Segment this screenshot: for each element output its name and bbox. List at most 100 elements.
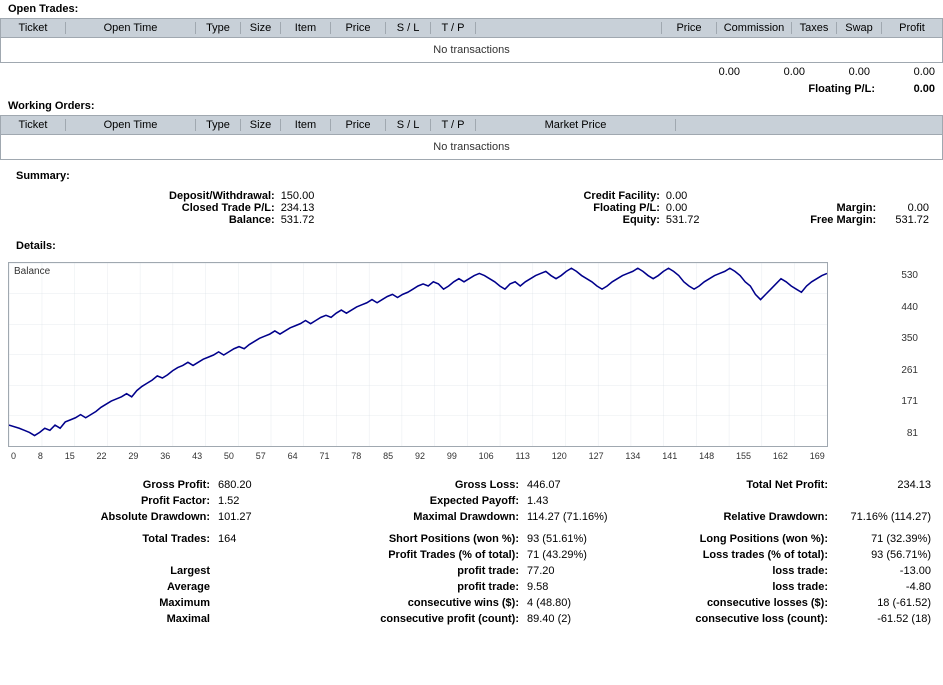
x-113: 113 (516, 451, 530, 461)
col-item: Item (281, 22, 331, 34)
free-margin-value: 531.72 (876, 214, 935, 226)
total-trades-label: Total Trades: (8, 531, 214, 547)
rel-drawdown-value: 71.16% (114.27) (832, 509, 935, 525)
stats-row-3: Absolute Drawdown: 101.27 Maximal Drawdo… (8, 509, 935, 525)
x-29: 29 (128, 451, 138, 461)
loss-trades-value: 93 (56.71%) (832, 547, 935, 563)
col-tp: T / P (431, 22, 476, 34)
y-171: 171 (878, 396, 918, 407)
summary-section: Summary: Deposit/Withdrawal: 150.00 Cred… (0, 160, 943, 232)
abs-drawdown-label: Absolute Drawdown: (8, 509, 214, 525)
max-consec-profit-label: consecutive profit (count): (317, 611, 523, 627)
wo-col-size: Size (241, 119, 281, 131)
wo-col-type: Type (196, 119, 241, 131)
average-label: Average (8, 579, 214, 595)
stats-row-2: Profit Factor: 1.52 Expected Payoff: 1.4… (8, 493, 935, 509)
col-taxes: Taxes (792, 22, 837, 34)
chart-wrapper: Balance 0 8 15 22 29 36 43 (8, 262, 873, 447)
loss-trades-label: Loss trades (% of total): (626, 547, 832, 563)
maximal-label: Maximal (8, 611, 214, 627)
free-margin-label: Free Margin: (778, 214, 876, 226)
long-pos-label: Long Positions (won %): (626, 531, 832, 547)
total-trades-value: 164 (214, 531, 317, 547)
avg-loss-trade-label: loss trade: (626, 579, 832, 595)
working-orders-section: Working Orders: Ticket Open Time Type Si… (0, 97, 943, 160)
short-pos-label: Short Positions (won %): (317, 531, 523, 547)
total-commission: 0.00 (695, 66, 740, 78)
max-consec-wins-label: consecutive wins ($): (317, 595, 523, 611)
x-43: 43 (192, 451, 202, 461)
x-0: 0 (11, 451, 16, 461)
max-consec-losses-label: consecutive losses ($): (626, 595, 832, 611)
open-trades-no-transactions: No transactions (0, 38, 943, 63)
chart-container: Balance 0 8 15 22 29 36 43 (8, 262, 828, 447)
x-71: 71 (319, 451, 329, 461)
long-pos-value: 71 (32.39%) (832, 531, 935, 547)
stats-row-4: Total Trades: 164 Short Positions (won %… (8, 531, 935, 547)
col-type: Type (196, 22, 241, 34)
expected-payoff-label: Expected Payoff: (317, 493, 523, 509)
credit-label: Credit Facility: (393, 190, 660, 202)
floating-pl-value: 0.00 (885, 83, 935, 95)
details-title: Details: (8, 236, 935, 256)
largest-label: Largest (8, 563, 214, 579)
y-axis-labels: 530 440 350 261 171 81 (878, 262, 918, 447)
x-134: 134 (625, 451, 640, 461)
stats-table: Gross Profit: 680.20 Gross Loss: 446.07 … (8, 477, 935, 627)
x-106: 106 (479, 451, 494, 461)
col-swap: Swap (837, 22, 882, 34)
max-consec-loss-value: -61.52 (18) (832, 611, 935, 627)
stats-section: Gross Profit: 680.20 Gross Loss: 446.07 … (0, 451, 943, 631)
wo-col-item: Item (281, 119, 331, 131)
profit-factor-label: Profit Factor: (8, 493, 214, 509)
col-price2: Price (662, 22, 717, 34)
balance-label: Balance: (8, 214, 275, 226)
largest-loss-trade-label: loss trade: (626, 563, 832, 579)
x-127: 127 (589, 451, 604, 461)
stats-row-1: Gross Profit: 680.20 Gross Loss: 446.07 … (8, 477, 935, 493)
x-8: 8 (38, 451, 43, 461)
x-axis-labels: 0 8 15 22 29 36 43 50 57 64 71 78 85 92 … (9, 451, 827, 461)
wo-col-spacer (676, 119, 942, 131)
credit-value: 0.00 (660, 190, 779, 202)
avg-profit-trade-label: profit trade: (317, 579, 523, 595)
profit-trades-label: Profit Trades (% of total): (317, 547, 523, 563)
col-price: Price (331, 22, 386, 34)
total-taxes: 0.00 (760, 66, 805, 78)
gross-loss-label: Gross Loss: (317, 477, 523, 493)
wo-col-sl: S / L (386, 119, 431, 131)
summary-title: Summary: (8, 166, 935, 186)
largest-profit-trade-label: profit trade: (317, 563, 523, 579)
wo-col-ticket: Ticket (1, 119, 66, 131)
stats-row-6: Largest profit trade: 77.20 loss trade: … (8, 563, 935, 579)
x-36: 36 (160, 451, 170, 461)
closed-label: Closed Trade P/L: (8, 202, 275, 214)
open-trades-title: Open Trades: (0, 0, 943, 18)
x-78: 78 (351, 451, 361, 461)
abs-drawdown-value: 101.27 (214, 509, 317, 525)
working-orders-header: Ticket Open Time Type Size Item Price S … (0, 115, 943, 135)
largest-profit-trade-value: 77.20 (523, 563, 626, 579)
y-261: 261 (878, 365, 918, 376)
wo-col-mktprice: Market Price (476, 119, 676, 131)
working-orders-no-transactions: No transactions (0, 135, 943, 160)
working-orders-title: Working Orders: (0, 97, 943, 115)
x-162: 162 (773, 451, 788, 461)
max-drawdown-label: Maximal Drawdown: (317, 509, 523, 525)
summary-floating-value: 0.00 (660, 202, 779, 214)
x-120: 120 (552, 451, 567, 461)
profit-factor-value: 1.52 (214, 493, 317, 509)
expected-payoff-value: 1.43 (523, 493, 626, 509)
max-consec-wins-value: 4 (48.80) (523, 595, 626, 611)
col-commission: Commission (717, 22, 792, 34)
open-trades-totals: 0.00 0.00 0.00 0.00 (0, 63, 943, 81)
wo-col-opentime: Open Time (66, 119, 196, 131)
deposit-value: 150.00 (275, 190, 394, 202)
col-spacer (476, 22, 662, 34)
avg-loss-trade-value: -4.80 (832, 579, 935, 595)
x-22: 22 (97, 451, 107, 461)
y-81: 81 (878, 428, 918, 439)
gross-loss-value: 446.07 (523, 477, 626, 493)
max-consec-profit-value: 89.40 (2) (523, 611, 626, 627)
summary-floating-label: Floating P/L: (393, 202, 660, 214)
